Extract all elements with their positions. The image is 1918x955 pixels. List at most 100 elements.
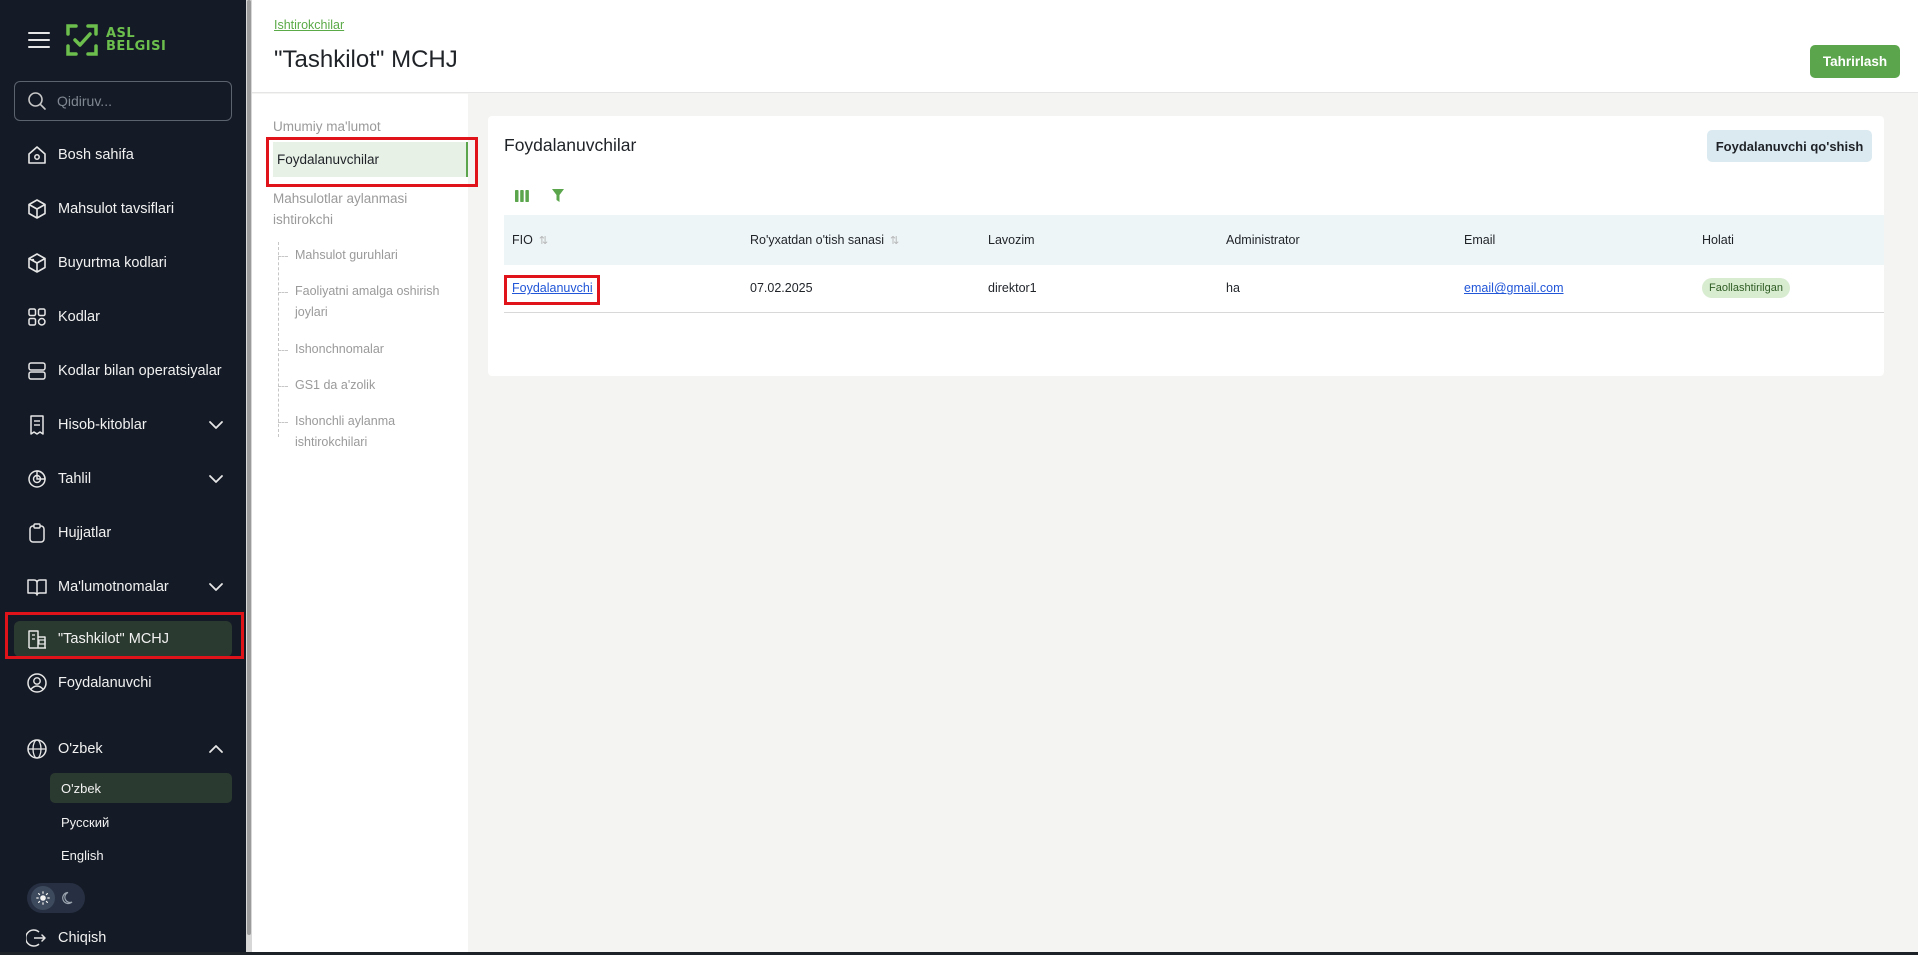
cell-fio: Foydalanuvchi: [504, 265, 742, 312]
nav-label: Hujjatlar: [58, 525, 112, 541]
logo-icon: [66, 24, 98, 56]
nav-label: Kodlar bilan operatsiyalar: [58, 363, 222, 379]
tree-tick: [278, 350, 288, 351]
column-header-email: Email: [1456, 215, 1694, 265]
users-table: FIO ⇅ Ro'yxatdan o'tish sanasi ⇅ Lavozim A…: [504, 215, 1884, 374]
nav-item-code-operations[interactable]: Kodlar bilan operatsiyalar: [14, 351, 232, 391]
globe-icon: [26, 738, 48, 760]
codes-grid-icon: [26, 306, 48, 328]
tree-tick: [278, 422, 288, 423]
nav-label: "Tashkilot" MCHJ: [58, 631, 170, 647]
sub-navigation: Umumiy ma'lumot Foydalanuvchilar Mahsulo…: [252, 94, 468, 955]
column-label: Lavozim: [988, 233, 1035, 247]
table-empty-row: [504, 312, 1884, 374]
box-order-icon: [26, 252, 48, 274]
page-title: "Tashkilot" MCHJ: [274, 46, 458, 73]
language-option-label: English: [61, 847, 104, 863]
nav-label: Mahsulot tavsiflari: [58, 201, 175, 217]
nav-label: Buyurtma kodlari: [58, 255, 167, 271]
tree-tick: [278, 256, 288, 257]
cell-date: 07.02.2025: [750, 281, 813, 296]
chevron-down-icon: [209, 475, 223, 483]
nav-item-home[interactable]: Bosh sahifa: [14, 135, 232, 175]
table-header-row: FIO ⇅ Ro'yxatdan o'tish sanasi ⇅ Lavozim A…: [504, 215, 1884, 265]
nav-item-references[interactable]: Ma'lumotnomalar: [14, 567, 232, 607]
column-header-fio[interactable]: FIO ⇅: [504, 215, 742, 265]
user-icon: [26, 672, 48, 694]
page-header: Ishtirokchilar "Tashkilot" MCHJ Tahrirla…: [252, 0, 1918, 93]
column-label: FIO: [512, 233, 533, 247]
nav-label: Tahlil: [58, 471, 92, 487]
column-label: Holati: [1702, 233, 1734, 247]
nav-item-analytics[interactable]: Tahlil: [14, 459, 232, 499]
nav-item-product-descriptions[interactable]: Mahsulot tavsiflari: [14, 189, 232, 229]
language-selector[interactable]: O'zbek: [14, 729, 232, 769]
column-header-administrator: Administrator: [1218, 215, 1456, 265]
nav-label: Kodlar: [58, 309, 100, 325]
tree-line: [278, 242, 279, 437]
search-input[interactable]: [57, 93, 217, 109]
subnav-gs1-membership[interactable]: GS1 da a'zolik: [295, 375, 455, 396]
logo-text: ASL BELGISI: [106, 26, 167, 54]
subnav-powers-of-attorney[interactable]: Ishonchnomalar: [295, 339, 455, 360]
nav-item-order-codes[interactable]: Buyurtma kodlari: [14, 243, 232, 283]
analytics-icon: [26, 468, 48, 490]
cell-email: email@gmail.com: [1456, 265, 1694, 312]
column-label: Administrator: [1226, 233, 1300, 247]
nav-item-user[interactable]: Foydalanuvchi: [14, 663, 232, 703]
menu-icon[interactable]: [28, 32, 50, 48]
sort-icon[interactable]: ⇅: [539, 235, 548, 247]
sort-icon[interactable]: ⇅: [890, 235, 899, 247]
subnav-activity-locations[interactable]: Faoliyatni amalga oshirish joylari: [295, 281, 455, 323]
user-name-link[interactable]: Foydalanuvchi: [512, 281, 593, 295]
column-label: Email: [1464, 233, 1496, 247]
language-option-uzbek[interactable]: O'zbek: [50, 773, 232, 803]
email-link[interactable]: email@gmail.com: [1464, 281, 1564, 295]
search-box[interactable]: [14, 81, 232, 121]
subnav-users[interactable]: Foydalanuvchilar: [273, 142, 468, 177]
sidebar-header: ASL BELGISI: [0, 0, 246, 80]
moon-icon: [57, 886, 81, 910]
columns-icon[interactable]: [512, 186, 532, 206]
logout-button[interactable]: Chiqish: [14, 920, 232, 955]
nav-item-codes[interactable]: Kodlar: [14, 297, 232, 337]
filter-icon[interactable]: [548, 186, 568, 206]
nav-label: Foydalanuvchi: [58, 675, 152, 691]
add-user-button[interactable]: Foydalanuvchi qo'shish: [1707, 130, 1872, 162]
nav-item-organization[interactable]: "Tashkilot" MCHJ: [14, 621, 232, 657]
subnav-product-groups[interactable]: Mahsulot guruhlari: [295, 245, 455, 266]
box-icon: [26, 198, 48, 220]
cell-status: Faollashtirilgan: [1694, 265, 1884, 312]
subnav-users-label: Foydalanuvchilar: [277, 152, 380, 167]
organization-icon: [26, 628, 48, 650]
language-option-russian[interactable]: Русский: [50, 807, 232, 837]
subnav-participant[interactable]: Mahsulotlar aylanmasi ishtirokchi: [273, 188, 433, 230]
column-header-position: Lavozim: [980, 215, 1218, 265]
language-option-english[interactable]: English: [50, 840, 232, 870]
subnav-general-info[interactable]: Umumiy ma'lumot: [273, 116, 381, 137]
home-icon: [26, 144, 48, 166]
subnav-trusted-participants[interactable]: Ishonchli aylanma ishtirokchilari: [295, 411, 455, 453]
logo[interactable]: ASL BELGISI: [64, 22, 166, 58]
theme-toggle[interactable]: [27, 883, 85, 913]
column-header-registration-date[interactable]: Ro'yxatdan o'tish sanasi ⇅: [742, 215, 980, 265]
logout-icon: [26, 927, 48, 949]
tree-tick: [278, 386, 288, 387]
nav-item-documents[interactable]: Hujjatlar: [14, 513, 232, 553]
language-option-label: Русский: [61, 814, 110, 830]
chevron-down-icon: [209, 421, 223, 429]
language-option-label: O'zbek: [61, 780, 102, 796]
language-label: O'zbek: [58, 741, 103, 757]
cell-admin: ha: [1226, 281, 1240, 296]
sidebar-scrollbar-thumb[interactable]: [247, 0, 251, 935]
operations-icon: [26, 360, 48, 382]
users-card: Foydalanuvchilar Foydalanuvchi qo'shish …: [488, 116, 1884, 376]
chevron-down-icon: [209, 583, 223, 591]
nav-label: Ma'lumotnomalar: [58, 579, 169, 595]
tree-tick: [278, 292, 288, 293]
nav-item-billing[interactable]: Hisob-kitoblar: [14, 405, 232, 445]
breadcrumb[interactable]: Ishtirokchilar: [274, 18, 344, 32]
edit-button[interactable]: Tahrirlash: [1810, 45, 1900, 78]
card-title: Foydalanuvchilar: [504, 135, 637, 155]
receipt-icon: [26, 414, 48, 436]
